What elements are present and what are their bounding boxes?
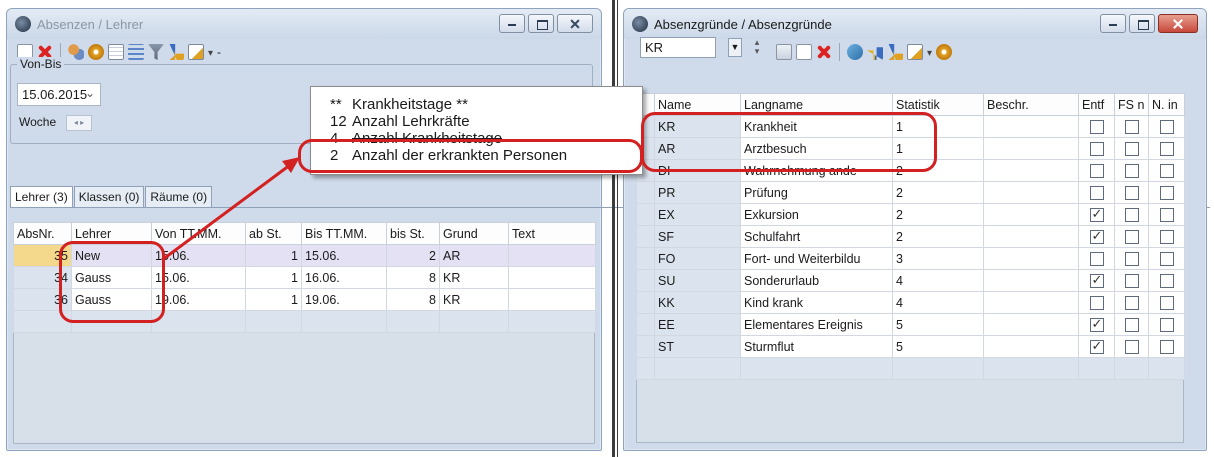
annotation-arrow	[161, 157, 300, 262]
